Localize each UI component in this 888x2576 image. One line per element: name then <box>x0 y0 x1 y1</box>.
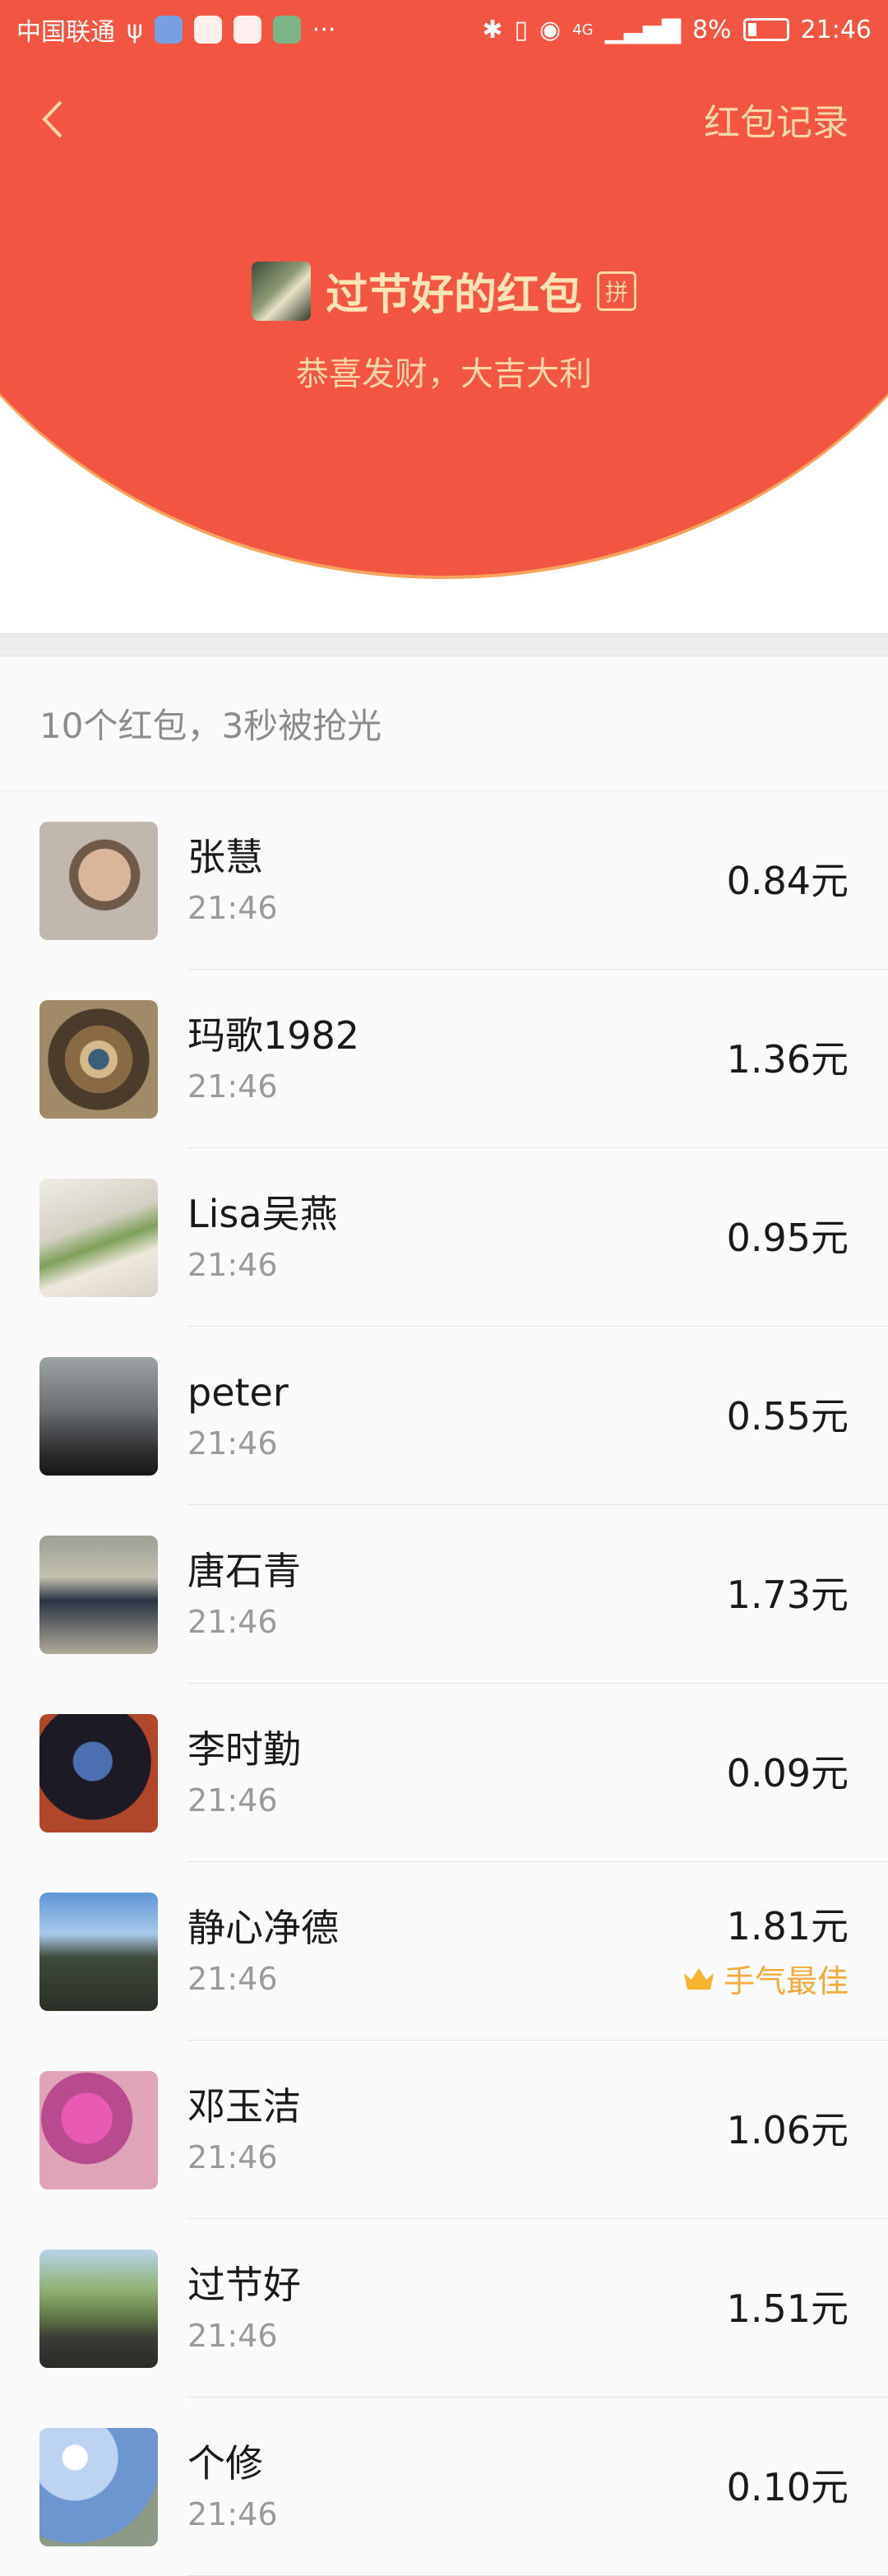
best-luck-badge: 手气最佳 <box>682 1956 849 2001</box>
recipient-name: 个修 <box>187 2440 263 2486</box>
clock: 21:46 <box>800 15 872 44</box>
list-item[interactable]: 唐石青 21:46 1.73元 <box>0 1505 888 1684</box>
battery-icon <box>742 18 789 41</box>
more-notifications-icon: ··· <box>312 15 336 44</box>
signal-icon: ▁▃▅▇ <box>604 15 681 44</box>
amount: 0.95元 <box>726 1215 849 1260</box>
app-notification-icon <box>233 16 261 44</box>
amount: 1.81元 <box>726 1904 849 1948</box>
amount: 1.06元 <box>726 2107 849 2152</box>
section-divider <box>0 633 888 656</box>
list-item[interactable]: 张慧 21:46 0.84元 <box>0 791 888 970</box>
list-item[interactable]: 邓玉洁 21:46 1.06元 <box>0 2041 888 2219</box>
avatar[interactable] <box>39 821 158 940</box>
app-notification-icon <box>272 16 301 44</box>
amount: 0.55元 <box>726 1393 849 1439</box>
avatar[interactable] <box>39 1535 158 1654</box>
red-packet-record-link[interactable]: 红包记录 <box>704 93 849 146</box>
packet-title: 过节好的红包 <box>325 271 582 320</box>
recipient-name: 李时勤 <box>187 1726 301 1772</box>
receive-time: 21:46 <box>187 1068 278 1105</box>
bluetooth-icon: ✱ <box>482 15 503 44</box>
recipient-name: 张慧 <box>187 834 263 879</box>
receive-time: 21:46 <box>187 2138 278 2175</box>
receive-time: 21:46 <box>187 1425 278 1462</box>
recipient-name: Lisa吴燕 <box>187 1191 338 1236</box>
receive-time: 21:46 <box>187 1246 278 1283</box>
list-item[interactable]: 李时勤 21:46 0.09元 <box>0 1684 888 1862</box>
recipient-name: peter <box>187 1369 289 1415</box>
amount: 0.09元 <box>726 1750 849 1795</box>
pin-badge: 拼 <box>597 271 636 311</box>
amount: 1.36元 <box>726 1036 849 1082</box>
avatar[interactable] <box>39 1178 158 1297</box>
recipient-list: 10个红包，3秒被抢光 张慧 21:46 0.84元 玛歌1982 21:46 … <box>0 656 888 2576</box>
list-item[interactable]: 个修 21:46 0.10元 <box>0 2398 888 2576</box>
list-item[interactable]: Lisa吴燕 21:46 0.95元 <box>0 1148 888 1327</box>
recipient-name: 过节好 <box>187 2262 301 2307</box>
receive-time: 21:46 <box>187 889 278 926</box>
chevron-left-icon <box>42 100 62 138</box>
eye-icon: ◉ <box>539 15 562 44</box>
packet-title-row: 过节好的红包 拼 <box>0 260 888 322</box>
receive-time: 21:46 <box>187 2317 278 2354</box>
avatar[interactable] <box>39 1713 158 1832</box>
list-item[interactable]: 玛歌1982 21:46 1.36元 <box>0 970 888 1148</box>
receive-time: 21:46 <box>187 2495 278 2532</box>
list-item[interactable]: peter 21:46 0.55元 <box>0 1327 888 1505</box>
avatar[interactable] <box>39 1892 158 2011</box>
packet-greeting: 恭喜发财，大吉大利 <box>296 355 592 393</box>
network-type: 4G <box>572 21 594 39</box>
recipient-name: 玛歌1982 <box>187 1012 360 1058</box>
best-luck-label: 手气最佳 <box>723 1963 849 1999</box>
vibrate-icon: ▯ <box>514 15 529 44</box>
red-packet-header: 中国联通 ψ ··· ✱ ▯ ◉ 4G ▁▃▅▇ 8% 21:46 红包记录 过… <box>0 0 888 633</box>
list-item[interactable]: 过节好 21:46 1.51元 <box>0 2219 888 2398</box>
recipient-name: 唐石青 <box>187 1548 301 1593</box>
app-notification-icon <box>154 16 183 44</box>
crown-icon <box>683 1967 714 1990</box>
receive-time: 21:46 <box>187 1781 278 1818</box>
amount: 1.73元 <box>726 1572 849 1617</box>
status-bar: 中国联通 ψ ··· ✱ ▯ ◉ 4G ▁▃▅▇ 8% 21:46 <box>0 0 888 59</box>
sender-avatar[interactable] <box>251 261 311 321</box>
recipient-name: 静心净德 <box>187 1905 339 1950</box>
receive-time: 21:46 <box>187 1603 278 1640</box>
list-item[interactable]: 静心净德 21:46 1.81元 手气最佳 <box>0 1862 888 2041</box>
avatar[interactable] <box>39 2427 158 2546</box>
avatar[interactable] <box>39 2249 158 2368</box>
app-notification-icon <box>193 16 222 44</box>
receive-time: 21:46 <box>187 1960 278 1997</box>
recipient-name: 邓玉洁 <box>187 2083 301 2129</box>
carrier-label: 中国联通 <box>16 18 115 47</box>
nav-bar: 红包记录 <box>0 82 888 156</box>
usb-icon: ψ <box>127 15 143 44</box>
amount: 1.51元 <box>726 2286 849 2331</box>
battery-percent: 8% <box>691 15 732 44</box>
amount: 0.10元 <box>726 2464 849 2509</box>
packet-summary: 10个红包，3秒被抢光 <box>0 656 888 791</box>
back-button[interactable] <box>39 95 72 144</box>
avatar[interactable] <box>39 2070 158 2189</box>
amount: 0.84元 <box>726 858 849 903</box>
avatar[interactable] <box>39 999 158 1119</box>
avatar[interactable] <box>39 1356 158 1476</box>
